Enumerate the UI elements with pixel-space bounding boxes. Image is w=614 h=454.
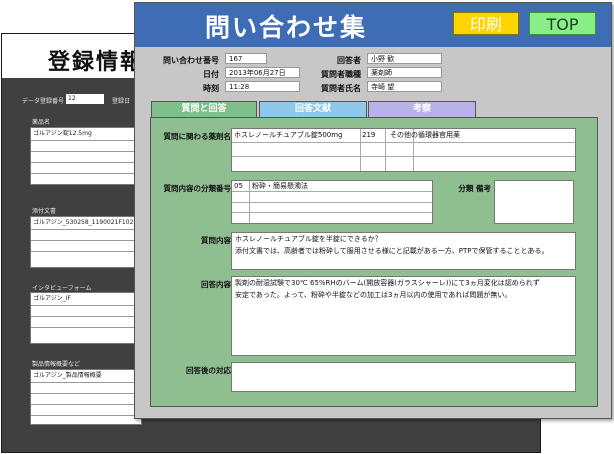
answer-field[interactable]: 製剤の耐湿試験で30℃ 65%RHのバーム(開放容器(ガラスシャーレ))にて3ヵ… (231, 276, 576, 356)
list-item[interactable] (31, 394, 141, 405)
classification-note-label: 分類 備考 (458, 184, 491, 193)
answer-label: 回答内容 (201, 280, 231, 289)
answer-line: 安定であった。よって、粉砕や半錠などの加工は3ヵ月以内の使用であれば問題が無い。 (235, 291, 512, 299)
list-item[interactable] (31, 230, 141, 241)
answer-line: 製剤の耐湿試験で30℃ 65%RHのバーム(開放容器(ガラスシャーレ))にて3ヵ… (235, 279, 540, 287)
inquiry-header: 問い合わせ集 印刷 TOP (135, 3, 611, 47)
tab-question-answer[interactable]: 質問と回答 (151, 101, 257, 117)
package-insert-list[interactable]: ゴルアジン_530258_1190021F1025_1_02 (30, 216, 142, 268)
list-item[interactable] (31, 163, 141, 174)
product-info-list[interactable]: ゴルアジン_製品情報概要 (30, 369, 142, 425)
responder-field[interactable]: 小野 歓 (367, 53, 442, 64)
class-name-cell[interactable] (250, 213, 432, 223)
list-item[interactable]: ゴルアジン_IF (31, 293, 141, 306)
registration-number-label: データ登録番号 (22, 98, 65, 105)
list-item[interactable] (31, 141, 141, 152)
followup-field[interactable] (231, 362, 576, 392)
list-item[interactable] (31, 383, 141, 394)
time-field[interactable]: 11:28 (225, 81, 300, 92)
asker-occupation-field[interactable]: 薬剤師 (367, 67, 442, 78)
question-line: 添付文書では、高齢者では粉砕して服用させる様にと記載がある一方、PTPで保管する… (235, 247, 549, 255)
registration-date-label: 登録日 (112, 98, 131, 105)
drug-name-list[interactable]: ゴルアジン錠12.5mg (30, 127, 142, 185)
inquiry-title: 問い合わせ集 (205, 13, 368, 42)
classification-table: 05 粉砕・簡易懸濁法 (231, 180, 433, 224)
asker-name-label: 質問者氏名 (321, 84, 361, 93)
product-info-label: 製品情報概要など (32, 361, 81, 368)
class-name-cell[interactable] (250, 192, 432, 203)
tab-discussion[interactable]: 考察 (368, 101, 476, 117)
tab-references[interactable]: 回答文献 (259, 101, 367, 117)
asker-name-field[interactable]: 寺崎 望 (367, 81, 442, 92)
drug-code-cell-text: 219 (362, 131, 376, 139)
package-insert-label: 添付文書 (32, 208, 57, 215)
list-item[interactable] (31, 306, 141, 317)
interview-form-list[interactable]: ゴルアジン_IF (30, 292, 142, 344)
class-code-cell[interactable] (232, 192, 250, 203)
drug-category-cell-text: その他の循環器官用薬 (390, 131, 460, 139)
list-item[interactable] (31, 317, 141, 328)
time-label: 時刻 (203, 84, 219, 93)
question-answer-panel: 質問に関わる薬剤名 ホスレノールチュアブル錠500mg 219 その他の循環器官… (150, 117, 598, 407)
list-item[interactable]: ゴルアジン_製品情報概要 (31, 370, 141, 383)
inquiry-number-field[interactable]: 167 (225, 53, 267, 64)
responder-label: 回答者 (337, 56, 361, 65)
class-code-cell[interactable] (232, 203, 250, 213)
class-name-cell[interactable] (250, 203, 432, 213)
date-label: 日付 (203, 70, 219, 79)
inquiry-number-label: 問い合わせ番号 (163, 56, 219, 65)
class-code-cell[interactable] (232, 213, 250, 223)
row-divider (232, 156, 575, 157)
classification-note-field[interactable] (494, 180, 574, 224)
row-divider (232, 142, 575, 143)
list-item[interactable] (31, 405, 141, 416)
list-item[interactable] (31, 241, 141, 252)
class-code-cell[interactable]: 05 (232, 181, 250, 192)
drug-name-label: 薬品名 (32, 119, 51, 126)
list-item[interactable]: ゴルアジン_530258_1190021F1025_1_02 (31, 217, 141, 230)
print-button[interactable]: 印刷 (453, 12, 519, 35)
drug-name-cell-text: ホスレノールチュアブル錠500mg (234, 131, 343, 139)
list-item[interactable]: ゴルアジン錠12.5mg (31, 128, 141, 141)
question-label: 質問内容 (201, 236, 231, 245)
drug-label: 質問に関わる薬剤名 (163, 132, 232, 141)
question-line: ホスレノールチュアブル錠を半錠にできるか？ (235, 235, 382, 243)
registration-title: 登録情報 (48, 50, 145, 75)
date-field[interactable]: 2013年06月27日 (225, 67, 300, 78)
list-item[interactable] (31, 152, 141, 163)
asker-occupation-label: 質問者職種 (321, 70, 361, 79)
registration-number-field[interactable]: 12 (66, 94, 104, 104)
interview-form-label: インタビューフォーム (32, 285, 92, 292)
top-button[interactable]: TOP (529, 12, 596, 35)
class-name-cell[interactable]: 粉砕・簡易懸濁法 (250, 181, 432, 192)
classification-label: 質問内容の分類番号 (163, 184, 232, 193)
drug-category-extension: ホスレノールチュアブル錠500mg 219 その他の循環器官用薬 (231, 128, 576, 172)
inquiry-window: 問い合わせ集 印刷 TOP 問い合わせ番号 167 日付 2013年06月27日… (134, 2, 612, 419)
question-field[interactable]: ホスレノールチュアブル錠を半錠にできるか？ 添付文書では、高齢者では粉砕して服用… (231, 232, 576, 270)
followup-label: 回答後の対応 (186, 366, 231, 375)
